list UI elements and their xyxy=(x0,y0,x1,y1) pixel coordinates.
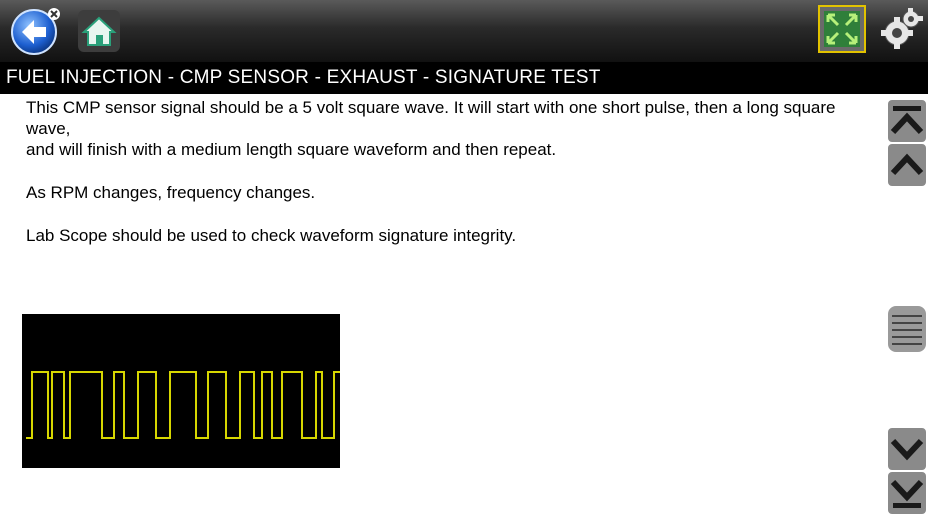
home-icon xyxy=(78,10,120,52)
fit-to-screen-button[interactable] xyxy=(818,5,866,53)
scroll-to-top-icon xyxy=(888,100,926,142)
scroll-to-bottom-icon xyxy=(888,472,926,514)
back-button[interactable] xyxy=(10,5,62,57)
scroll-up-button[interactable] xyxy=(888,144,926,186)
description-line-1: This CMP sensor signal should be a 5 vol… xyxy=(26,98,836,138)
description-line-2: and will finish with a medium length squ… xyxy=(26,140,557,159)
home-button[interactable] xyxy=(76,8,122,54)
description: This CMP sensor signal should be a 5 vol… xyxy=(26,97,846,246)
scroll-down-icon xyxy=(888,428,926,470)
description-line-3: As RPM changes, frequency changes. xyxy=(26,183,316,202)
scroll-up-icon xyxy=(888,144,926,186)
scroll-to-top-button[interactable] xyxy=(888,100,926,142)
scroll-to-bottom-button[interactable] xyxy=(888,472,926,514)
signature-waveform-image xyxy=(22,314,340,468)
scroll-thumb[interactable] xyxy=(888,306,926,352)
description-line-4: Lab Scope should be used to check wavefo… xyxy=(26,226,517,245)
back-arrow-icon xyxy=(11,8,60,55)
gear-icon xyxy=(881,8,923,49)
expand-fit-icon xyxy=(824,11,860,47)
scroll-down-button[interactable] xyxy=(888,428,926,470)
page-title: FUEL INJECTION - CMP SENSOR - EXHAUST - … xyxy=(0,62,928,94)
toolbar xyxy=(0,0,928,62)
scrollbar xyxy=(884,94,928,518)
square-waveform xyxy=(26,371,340,439)
settings-button[interactable] xyxy=(876,5,924,53)
scroll-thumb-icon xyxy=(888,306,926,352)
